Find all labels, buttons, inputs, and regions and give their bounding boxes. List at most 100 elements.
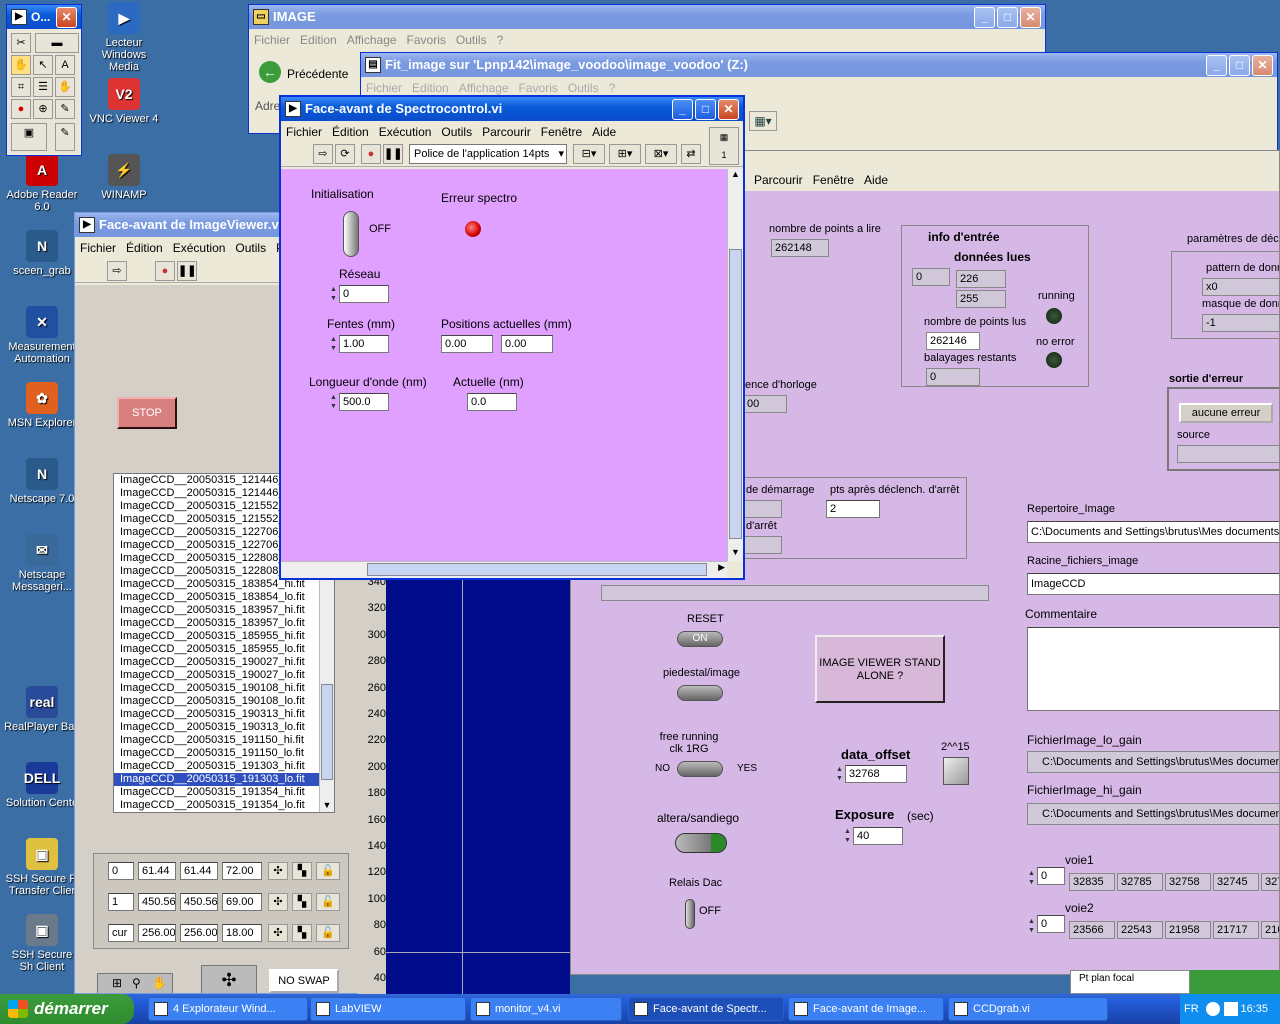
cursor-z[interactable]: 69.00 — [222, 893, 262, 911]
magnify-icon[interactable]: ⚲ — [132, 976, 141, 990]
fit-window-menu-item[interactable]: Fichier — [361, 81, 407, 95]
pan-hand-icon[interactable]: ✋ — [152, 976, 167, 990]
desktop-icon[interactable]: N Netscape 7.0 — [4, 458, 80, 505]
image-window-menu-item[interactable]: ? — [492, 33, 509, 47]
minimize-button[interactable]: _ — [974, 7, 995, 28]
cursor-name[interactable]: cur — [108, 924, 134, 942]
desktop-icon[interactable]: V2 VNC Viewer 4 — [86, 78, 162, 125]
ccdgrab-menu-item[interactable]: Fenêtre — [808, 173, 859, 187]
distribute-objects-icon[interactable]: ⊞▾ — [609, 144, 641, 164]
color-swatch-icon[interactable]: ▣ — [11, 123, 47, 151]
shortcut-menu-icon[interactable]: ☰ — [33, 77, 53, 97]
file-list-item[interactable]: ImageCCD__20050315_191303_lo.fit — [114, 773, 334, 786]
start-button[interactable]: démarrer — [0, 994, 134, 1024]
spectro-menu-item[interactable]: Aide — [587, 125, 621, 139]
file-list-item[interactable]: ImageCCD__20050315_190313_hi.fit — [114, 708, 334, 721]
align-objects-icon[interactable]: ⊟▾ — [573, 144, 605, 164]
fit-window-menu-item[interactable]: Favoris — [514, 81, 563, 95]
pow-button-icon[interactable] — [943, 757, 969, 785]
file-list-item[interactable]: ImageCCD__20050315_190108_hi.fit — [114, 682, 334, 695]
cursor-lock-icon[interactable]: 🔓 — [316, 924, 340, 942]
probe-icon[interactable]: ⊕ — [33, 99, 53, 119]
run-arrow-icon[interactable]: ⇨ — [313, 144, 333, 164]
taskbar-item[interactable]: Face-avant de Spectr... — [628, 997, 784, 1021]
file-list-item[interactable]: ImageCCD__20050315_191354_hi.fit — [114, 786, 334, 799]
auto-tool-icon[interactable]: ✂ — [11, 33, 31, 53]
desktop-icon[interactable]: Nsceen_grab — [4, 230, 80, 277]
donnees-index[interactable]: 0 — [912, 268, 950, 286]
image-window-menu-item[interactable]: Favoris — [402, 33, 451, 47]
abort-icon[interactable]: ● — [155, 261, 175, 281]
altera-switch[interactable] — [675, 833, 727, 853]
fentes-spinner[interactable]: ▲ ▼ — [329, 335, 338, 353]
desktop-icon[interactable]: A Adobe Reader 6.0 — [4, 154, 80, 213]
exposure-spinner[interactable]: ▲ ▼ — [843, 827, 852, 845]
scroll-up-icon[interactable]: ▲ — [728, 169, 743, 183]
font-select[interactable]: Police de l'application 14pts ▾ — [409, 144, 567, 164]
close-button[interactable]: ✕ — [56, 7, 77, 28]
file-list-item[interactable]: ImageCCD__20050315_190313_lo.fit — [114, 721, 334, 734]
abort-icon[interactable]: ● — [361, 144, 381, 164]
scroll-down-icon[interactable]: ▼ — [320, 800, 334, 812]
reseau-control[interactable]: 0 — [339, 285, 389, 303]
image-window-menu-item[interactable]: Fichier — [249, 33, 295, 47]
cursor-y[interactable]: 61.44 — [180, 862, 218, 880]
cursor-y[interactable]: 450.56 — [180, 893, 218, 911]
maximize-button[interactable]: □ — [997, 7, 1018, 28]
lo-gain-path[interactable]: C:\Documents and Settings\brutus\Mes doc… — [1027, 751, 1279, 773]
operate-hand-icon[interactable]: ✋ — [11, 55, 31, 75]
image-window-menu-item[interactable]: Edition — [295, 33, 342, 47]
spectro-horizontal-scrollbar[interactable]: ▶ — [281, 561, 727, 578]
desktop-icon[interactable]: ✉ Netscape Messageri... — [4, 534, 80, 593]
file-list-item[interactable]: ImageCCD__20050315_191303_hi.fit — [114, 760, 334, 773]
color-copy-icon[interactable]: ✎ — [55, 99, 75, 119]
piedestal-toggle[interactable] — [677, 685, 723, 701]
voie1-index[interactable]: 0 — [1037, 867, 1065, 885]
close-button[interactable]: ✕ — [718, 99, 739, 120]
language-indicator[interactable]: FR — [1184, 994, 1199, 1024]
cursor-move-icon[interactable]: ✣ — [268, 862, 288, 880]
text-tool-icon[interactable]: A — [55, 55, 75, 75]
file-list-item[interactable]: ImageCCD__20050315_190027_hi.fit — [114, 656, 334, 669]
reorder-icon[interactable]: ⇄ — [681, 144, 701, 164]
scroll-down-icon[interactable]: ▼ — [728, 547, 743, 561]
data-offset-control[interactable]: 32768 — [845, 765, 907, 783]
cursor-style-icon[interactable]: ▚ — [292, 924, 312, 942]
desktop-icon[interactable]: DELL Solution Cente — [4, 762, 80, 809]
maximize-button[interactable]: □ — [1229, 55, 1250, 76]
imageviewer-menu-item[interactable]: Édition — [121, 241, 168, 255]
fit-window-menu-item[interactable]: ? — [604, 81, 621, 95]
cursor-lock-icon[interactable]: 🔓 — [316, 862, 340, 880]
cursor-name[interactable]: 1 — [108, 893, 134, 911]
init-toggle[interactable] — [343, 211, 359, 257]
voie1-spinner[interactable]: ▲ ▼ — [1027, 869, 1036, 887]
tray-vnc-icon[interactable] — [1224, 1002, 1238, 1016]
file-list-item[interactable]: ImageCCD__20050315_190027_lo.fit — [114, 669, 334, 682]
spectro-menu-item[interactable]: Outils — [436, 125, 477, 139]
minimize-button[interactable]: _ — [672, 99, 693, 120]
file-list-item[interactable]: ImageCCD__20050315_183957_hi.fit — [114, 604, 334, 617]
spectro-menu-item[interactable]: Édition — [327, 125, 374, 139]
pts-apres-control[interactable]: 2 — [826, 500, 880, 518]
close-button[interactable]: ✕ — [1020, 7, 1041, 28]
longueur-spinner[interactable]: ▲ ▼ — [329, 393, 338, 411]
masque-indicator[interactable]: -1 — [1202, 314, 1279, 332]
desktop-icon[interactable]: ▶ Lecteur Windows Media — [86, 2, 162, 73]
reseau-spinner[interactable]: ▲ ▼ — [329, 285, 338, 303]
ccdgrab-menu-item[interactable]: Aide — [859, 173, 893, 187]
cursor-x[interactable]: 450.56 — [138, 893, 176, 911]
taskbar-item[interactable]: monitor_v4.vi — [470, 997, 622, 1021]
color-bar-icon[interactable]: ▬ — [35, 33, 79, 53]
taskbar-item[interactable]: 4 Explorateur Wind... — [148, 997, 308, 1021]
cursor-move-icon[interactable]: ✣ — [268, 924, 288, 942]
vi-icon[interactable]: ▦ 1 — [709, 127, 739, 165]
file-list-item[interactable]: ImageCCD__20050315_190108_lo.fit — [114, 695, 334, 708]
ccdgrab-menu-item[interactable]: Parcourir — [749, 173, 808, 187]
close-button[interactable]: ✕ — [1252, 55, 1273, 76]
scroll-right-icon[interactable]: ▶ — [718, 562, 725, 573]
image-graph[interactable] — [386, 580, 570, 994]
scrollbar-thumb[interactable] — [729, 249, 742, 539]
maximize-button[interactable]: □ — [695, 99, 716, 120]
minimize-button[interactable]: _ — [1206, 55, 1227, 76]
imageviewer-menu-item[interactable]: Fichier — [75, 241, 121, 255]
